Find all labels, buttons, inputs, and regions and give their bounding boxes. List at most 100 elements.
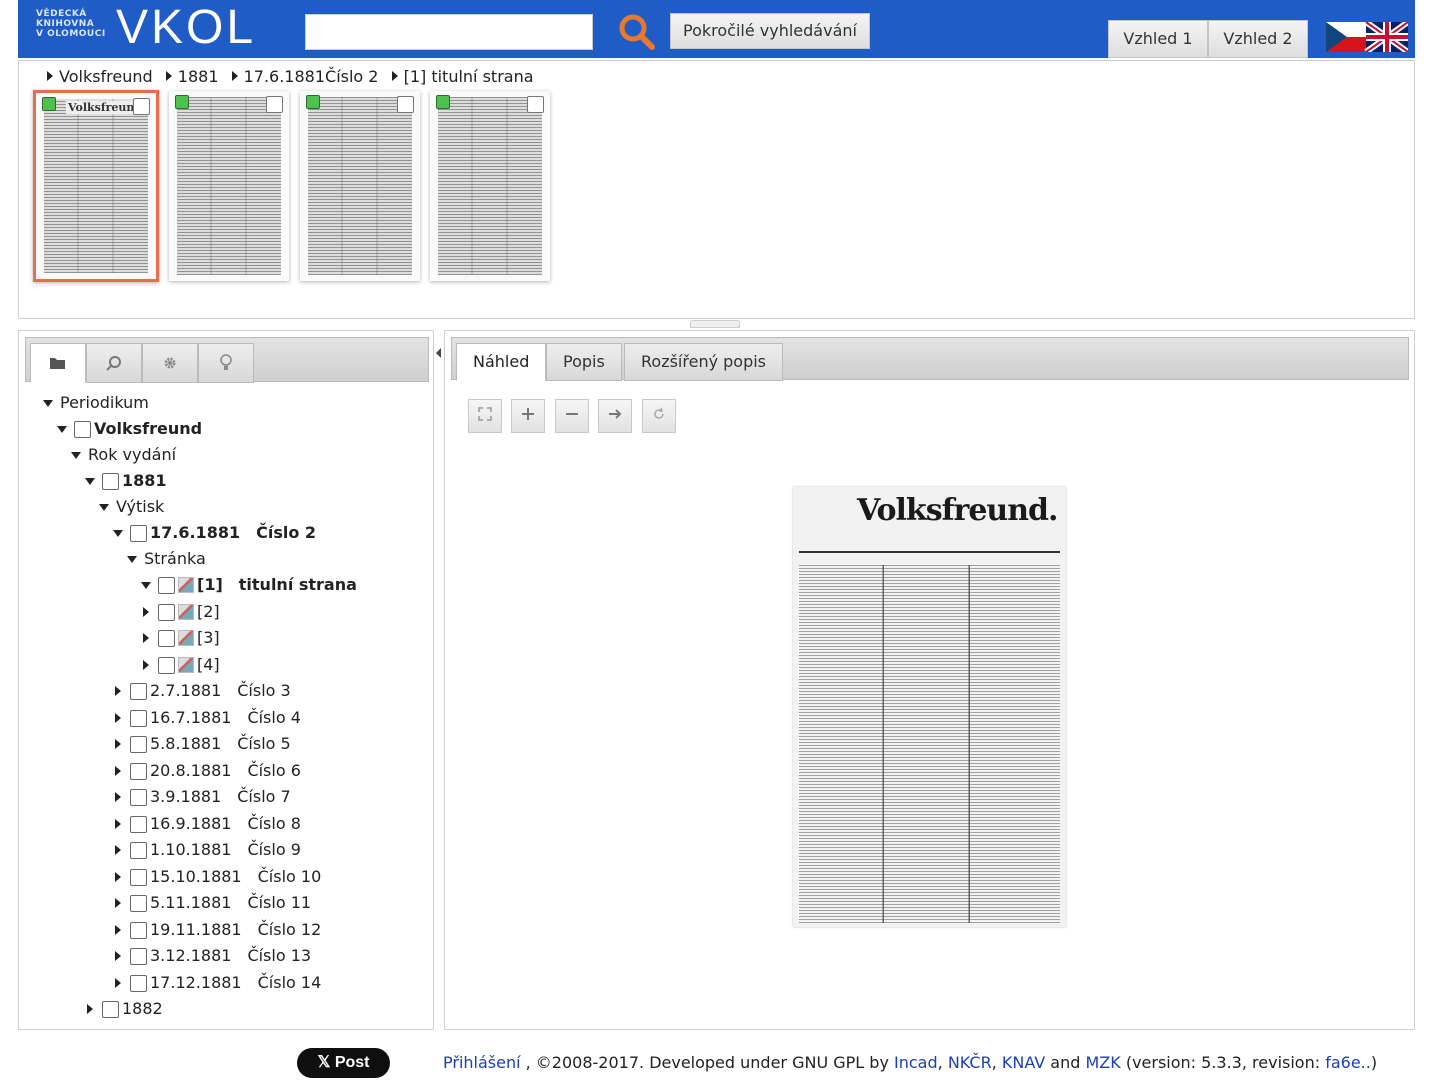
- vkol-logo[interactable]: VKOL: [116, 0, 256, 56]
- issue-number[interactable]: Číslo 11: [247, 891, 311, 915]
- collapse-left-panel-icon[interactable]: [436, 348, 441, 358]
- page-thumbnail-4[interactable]: [430, 91, 550, 281]
- collapse-arrow-icon[interactable]: [113, 529, 123, 537]
- tree-checkbox[interactable]: [102, 1000, 119, 1018]
- breadcrumb-item[interactable]: Volksfreund: [47, 67, 153, 86]
- login-link[interactable]: Přihlášení: [443, 1053, 521, 1072]
- issue-date[interactable]: 16.7.1881: [150, 706, 231, 730]
- tree-checkbox[interactable]: [130, 524, 147, 542]
- issue-number[interactable]: Číslo 7: [237, 785, 290, 809]
- library-logo-text[interactable]: VĚDECKÁ KNIHOVNA V OLOMOUCI: [36, 9, 106, 39]
- zoom-out-icon[interactable]: [555, 399, 589, 433]
- issue-date[interactable]: 3.12.1881: [150, 944, 231, 968]
- tree-checkbox[interactable]: [158, 629, 175, 647]
- tree-checkbox[interactable]: [130, 735, 147, 753]
- issue-date[interactable]: 15.10.1881: [150, 865, 242, 889]
- tree-checkbox[interactable]: [130, 709, 147, 727]
- page-label[interactable]: [2]: [197, 600, 220, 624]
- x-post-button[interactable]: 𝕏 Post: [297, 1048, 390, 1078]
- search-input[interactable]: [305, 14, 593, 50]
- issue-date[interactable]: 16.9.1881: [150, 812, 231, 836]
- issue-date[interactable]: 3.9.1881: [150, 785, 221, 809]
- issue-date[interactable]: 1.10.1881: [150, 838, 231, 862]
- issue-number[interactable]: Číslo 12: [258, 918, 322, 942]
- issue-date[interactable]: 5.8.1881: [150, 732, 221, 756]
- tree-checkbox[interactable]: [130, 974, 147, 992]
- folder-icon[interactable]: [30, 343, 86, 383]
- search-icon[interactable]: [86, 343, 142, 383]
- fit-icon[interactable]: [468, 399, 502, 433]
- page-thumbnail-2[interactable]: [169, 91, 289, 281]
- expand-arrow-icon[interactable]: [115, 686, 121, 696]
- issue-number[interactable]: Číslo 3: [237, 679, 290, 703]
- issue-date[interactable]: 5.11.1881: [150, 891, 231, 915]
- tree-checkbox[interactable]: [158, 576, 175, 594]
- revision-link[interactable]: fa6e..: [1325, 1053, 1371, 1072]
- tree-checkbox[interactable]: [130, 682, 147, 700]
- expand-arrow-icon[interactable]: [143, 607, 149, 617]
- issue-number[interactable]: Číslo 2: [256, 521, 316, 545]
- language-switch[interactable]: [1326, 19, 1410, 55]
- collapse-arrow-icon[interactable]: [85, 477, 95, 485]
- rotate-icon[interactable]: [642, 399, 676, 433]
- collapse-arrow-icon[interactable]: [127, 555, 137, 563]
- next-icon[interactable]: [598, 399, 632, 433]
- issue-number[interactable]: Číslo 9: [247, 838, 300, 862]
- page-label[interactable]: [4]: [197, 653, 220, 677]
- mzk-link[interactable]: MZK: [1085, 1053, 1120, 1072]
- tree-checkbox[interactable]: [158, 603, 175, 621]
- tab-nahled[interactable]: Náhled: [456, 343, 547, 381]
- bulb-icon[interactable]: [198, 343, 254, 383]
- page-thumbnail-1[interactable]: Volksfreund.: [33, 90, 159, 282]
- issue-number[interactable]: Číslo 4: [247, 706, 300, 730]
- issue-number[interactable]: Číslo 6: [247, 759, 300, 783]
- thumbnail-checkbox[interactable]: [133, 98, 150, 115]
- issue-number[interactable]: Číslo 10: [258, 865, 322, 889]
- incad-link[interactable]: Incad: [894, 1053, 938, 1072]
- advanced-search-button[interactable]: Pokročilé vyhledávání: [670, 13, 870, 49]
- tree-checkbox[interactable]: [130, 868, 147, 886]
- tree-checkbox[interactable]: [130, 947, 147, 965]
- knav-link[interactable]: KNAV: [1002, 1053, 1045, 1072]
- expand-arrow-icon[interactable]: [143, 660, 149, 670]
- thumbnail-checkbox[interactable]: [266, 96, 283, 113]
- page-label[interactable]: [3]: [197, 626, 220, 650]
- issue-date[interactable]: 20.8.1881: [150, 759, 231, 783]
- tree-checkbox[interactable]: [74, 420, 91, 438]
- collapse-arrow-icon[interactable]: [57, 425, 67, 433]
- tree-label[interactable]: Volksfreund: [94, 417, 202, 441]
- issue-date[interactable]: 2.7.1881: [150, 679, 221, 703]
- expand-arrow-icon[interactable]: [87, 1004, 93, 1014]
- view1-button[interactable]: Vzhled 1: [1108, 20, 1208, 58]
- panel-splitter-handle[interactable]: [690, 320, 740, 328]
- expand-arrow-icon[interactable]: [115, 845, 121, 855]
- expand-arrow-icon[interactable]: [115, 739, 121, 749]
- tab-popis[interactable]: Popis: [546, 343, 622, 381]
- breadcrumb-item[interactable]: [1] titulní strana: [391, 67, 534, 86]
- search-icon[interactable]: [616, 12, 658, 52]
- tree-checkbox[interactable]: [158, 656, 175, 674]
- breadcrumb-item[interactable]: 1881: [165, 67, 219, 86]
- expand-arrow-icon[interactable]: [143, 633, 149, 643]
- tree-checkbox[interactable]: [130, 815, 147, 833]
- zoom-in-icon[interactable]: [511, 399, 545, 433]
- issue-date[interactable]: 19.11.1881: [150, 918, 242, 942]
- issue-number[interactable]: Číslo 8: [247, 812, 300, 836]
- tree-checkbox[interactable]: [130, 841, 147, 859]
- tree-checkbox[interactable]: [130, 921, 147, 939]
- collapse-arrow-icon[interactable]: [99, 503, 109, 511]
- gear-icon[interactable]: [142, 343, 198, 383]
- expand-arrow-icon[interactable]: [115, 872, 121, 882]
- collapse-arrow-icon[interactable]: [71, 451, 81, 459]
- tab-rozsireny-popis[interactable]: Rozšířený popis: [624, 343, 784, 381]
- issue-date[interactable]: 17.6.1881: [150, 521, 240, 545]
- collapse-arrow-icon[interactable]: [43, 399, 53, 407]
- page-title[interactable]: titulní strana: [239, 573, 357, 597]
- expand-arrow-icon[interactable]: [115, 951, 121, 961]
- tree-label[interactable]: 1882: [122, 997, 163, 1021]
- expand-arrow-icon[interactable]: [115, 898, 121, 908]
- issue-date[interactable]: 17.12.1881: [150, 971, 242, 995]
- page-preview-image[interactable]: Volksfreund.: [793, 487, 1066, 927]
- expand-arrow-icon[interactable]: [115, 819, 121, 829]
- tree-label[interactable]: 1881: [122, 469, 167, 493]
